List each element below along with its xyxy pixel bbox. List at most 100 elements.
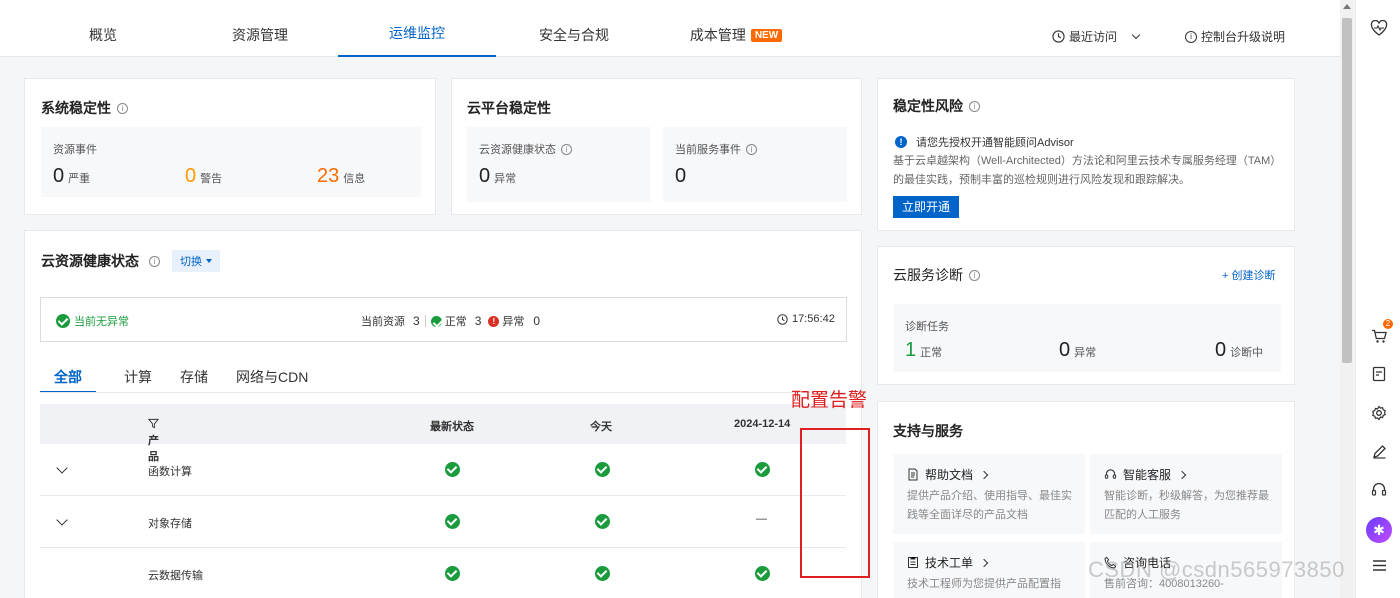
tech-ticket-desc: 技术工程师为您提供产品配置指	[907, 578, 1061, 590]
watermark: CSDN @csdn565973850	[1088, 557, 1345, 582]
annotation-box	[800, 428, 870, 578]
severe-stat[interactable]: 0 严重	[53, 165, 90, 188]
health-abnormal-count: 0	[479, 165, 491, 187]
tech-ticket-title-text: 技术工单	[925, 556, 974, 570]
check-circle-icon	[755, 462, 770, 477]
info-icon[interactable]: i	[117, 102, 128, 114]
info-icon[interactable]: i	[969, 100, 980, 112]
table-row: 云数据传输	[40, 548, 846, 598]
diag-normal-stat[interactable]: 1 正常	[905, 339, 942, 362]
headset-icon[interactable]	[1369, 480, 1389, 500]
expand-chevron-icon[interactable]	[56, 462, 68, 474]
tab-resources[interactable]: 资源管理	[212, 0, 308, 57]
service-events-box[interactable]: 当前服务事件 i 0	[663, 127, 847, 202]
severe-label: 严重	[68, 173, 91, 185]
switch-button[interactable]: 切换	[172, 250, 220, 272]
heart-pulse-icon[interactable]	[1369, 18, 1389, 38]
column-today: 今天	[590, 421, 612, 433]
diagnosis-tasks-box: 诊断任务 1 正常 0 异常 0 诊断中	[893, 304, 1281, 372]
filter-icon[interactable]	[148, 418, 159, 429]
stability-risk-card: 稳定性风险 i ! 请您先授权开通智能顾问Advisor 基于云卓越架构（Well…	[877, 78, 1295, 231]
tab-cost[interactable]: 成本管理 NEW	[684, 0, 788, 57]
cart-icon[interactable]: 2	[1369, 319, 1393, 346]
tab-all[interactable]: 全部	[40, 365, 96, 393]
diag-running-stat[interactable]: 0 诊断中	[1215, 339, 1263, 362]
order-icon[interactable]	[1369, 364, 1389, 384]
diagnosis-title-text: 云服务诊断	[893, 267, 963, 283]
table-row: 对象存储 —	[40, 496, 846, 548]
tab-compute[interactable]: 计算	[124, 365, 152, 393]
diag-abnormal-stat[interactable]: 0 异常	[1059, 339, 1096, 362]
ai-assistant-icon[interactable]: ✱	[1366, 517, 1392, 543]
scrollbar[interactable]	[1340, 0, 1354, 598]
health-status-box[interactable]: 云资源健康状态 i 0 异常	[467, 127, 651, 202]
diag-normal-label: 正常	[920, 347, 943, 359]
tab-operations[interactable]: 运维监控	[338, 0, 496, 57]
current-resources-label: 当前资源	[361, 316, 405, 328]
time-text: 17:56:42	[792, 313, 835, 325]
health-abnormal-label: 异常	[494, 173, 517, 185]
abnormal-value: 0	[533, 314, 541, 328]
error-circle-icon: !	[488, 315, 500, 327]
advisor-notice-text: 请您先授权开通智能顾问Advisor	[916, 137, 1074, 149]
menu-icon[interactable]	[1369, 555, 1389, 575]
info-icon[interactable]: i	[149, 255, 160, 267]
info-icon[interactable]: i	[969, 269, 980, 281]
abnormal-label: 异常	[502, 316, 525, 328]
caret-down-icon	[206, 259, 212, 263]
create-diagnosis-link[interactable]: + 创建诊断	[1222, 267, 1275, 283]
info-count: 23	[317, 165, 340, 187]
info-label: 信息	[343, 173, 366, 185]
chevron-down-icon	[1131, 30, 1141, 39]
warning-label: 警告	[200, 173, 223, 185]
diag-running-count: 0	[1215, 339, 1227, 361]
table-row: 函数计算	[40, 444, 846, 496]
scrollbar-thumb[interactable]	[1342, 18, 1352, 363]
scroll-up-arrow-icon[interactable]	[1343, 4, 1351, 9]
health-status-label: 云资源健康状态 i	[479, 141, 572, 157]
product-name: 云数据传输	[148, 570, 203, 582]
current-resources-value: 3	[413, 314, 420, 328]
edit-icon[interactable]	[1369, 441, 1389, 461]
info-icon: i	[561, 143, 572, 155]
info-stat[interactable]: 23 信息	[317, 165, 365, 188]
expand-chevron-icon[interactable]	[56, 514, 68, 526]
product-name: 对象存储	[148, 518, 192, 530]
gear-icon[interactable]	[1369, 403, 1389, 423]
service-events-count: 0	[675, 165, 687, 187]
diag-running-label: 诊断中	[1230, 347, 1264, 359]
stability-risk-title: 稳定性风险 i	[893, 96, 980, 116]
tech-ticket-tile[interactable]: 技术工单 技术工程师为您提供产品配置指	[893, 542, 1085, 598]
health-status-label-text: 云资源健康状态	[479, 144, 556, 156]
no-data-dash: —	[756, 513, 767, 525]
diagnosis-title: 云服务诊断 i	[893, 265, 980, 285]
help-docs-tile[interactable]: 帮助文档 提供产品介绍、使用指导、最佳实践等全面详尽的产品文档	[893, 454, 1085, 534]
column-latest: 最新状态	[430, 421, 474, 433]
tab-storage[interactable]: 存储	[180, 365, 208, 393]
smart-support-title: 智能客服	[1104, 466, 1187, 483]
recent-visits-label: 最近访问	[1069, 30, 1118, 44]
info-icon: i	[746, 143, 757, 155]
stability-risk-title-text: 稳定性风险	[893, 98, 963, 114]
health-abnormal-stat: 0 异常	[479, 165, 516, 188]
tab-network-cdn[interactable]: 网络与CDN	[236, 365, 308, 393]
headset-icon	[1104, 469, 1117, 479]
enable-now-button[interactable]: 立即开通	[893, 196, 960, 218]
tab-operations-label: 运维监控	[389, 25, 445, 41]
chevron-right-icon	[979, 558, 989, 567]
tab-security[interactable]: 安全与合规	[528, 0, 620, 57]
check-circle-icon	[755, 566, 770, 581]
smart-support-tile[interactable]: 智能客服 智能诊断，秒级解答，为您推荐最匹配的人工服务	[1090, 454, 1282, 534]
warning-stat[interactable]: 0 警告	[185, 165, 222, 188]
tab-overview[interactable]: 概览	[62, 0, 144, 57]
chevron-right-icon	[979, 470, 989, 479]
recent-visits-dropdown[interactable]: 最近访问	[1052, 28, 1141, 45]
resource-summary: 当前资源 3 正常 3 ! 异常 0	[361, 313, 540, 329]
upgrade-notes-link[interactable]: i 控制台升级说明	[1185, 28, 1285, 45]
tab-cost-label: 成本管理	[689, 27, 746, 43]
service-events-label-text: 当前服务事件	[675, 144, 741, 156]
new-badge: NEW	[750, 29, 783, 42]
service-events-stat: 0	[675, 165, 686, 188]
info-icon: i	[1185, 30, 1197, 43]
help-docs-title-text: 帮助文档	[925, 468, 974, 482]
